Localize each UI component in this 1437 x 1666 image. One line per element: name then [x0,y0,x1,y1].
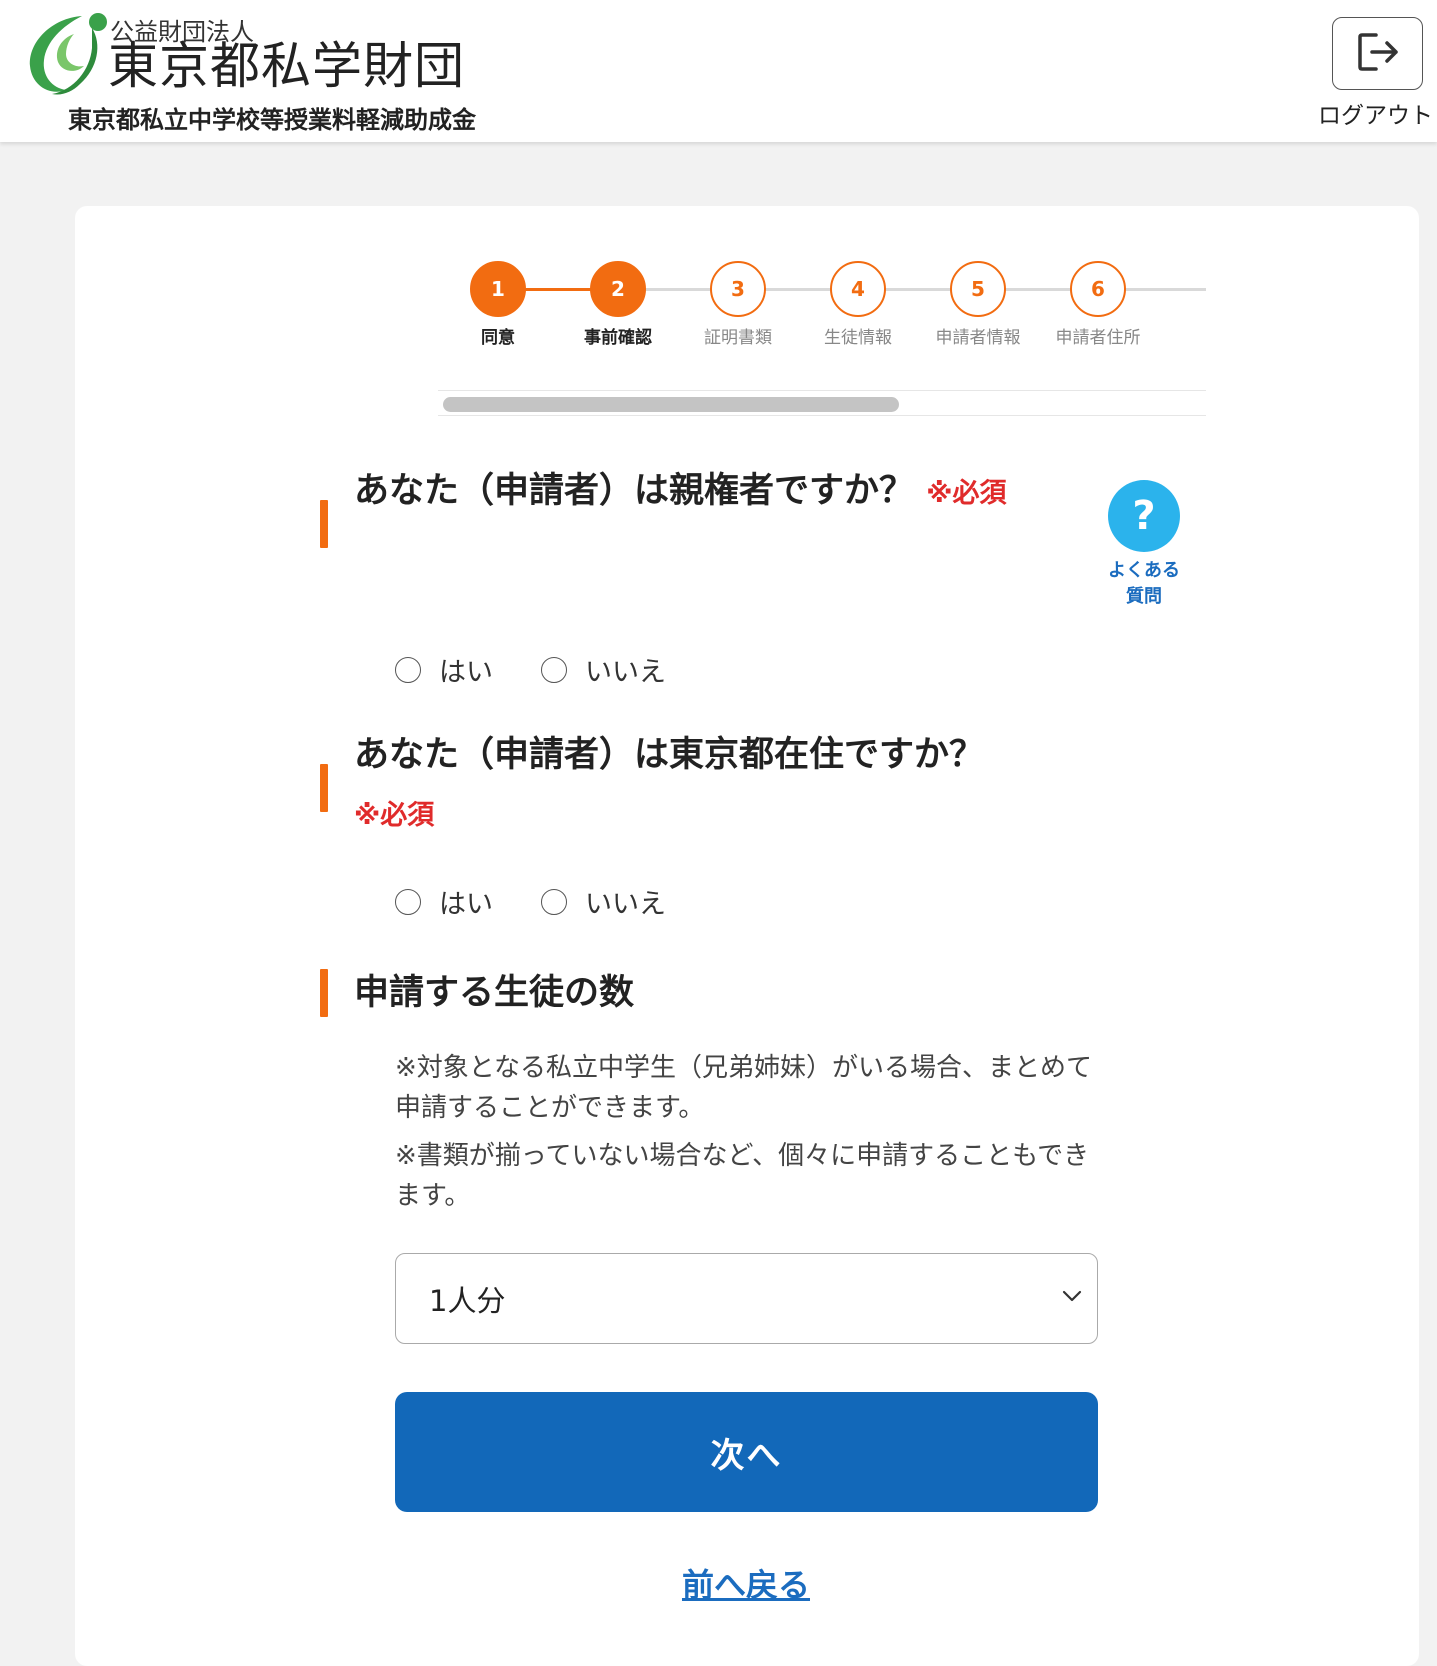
radio-label[interactable]: はい [439,650,493,689]
note-text: ※対象となる私立中学生（兄弟姉妹）がいる場合、まとめて申請することができます。 [395,1053,1093,1123]
step-label: 同意 [481,328,515,348]
step-3: 3 証明書類 [678,261,798,348]
required-mark: ※必須 [926,478,1007,509]
section-accent-bar [320,764,328,812]
radio-button[interactable] [541,656,567,683]
step-label: 申請者住所 [1055,328,1141,348]
radio-label[interactable]: いいえ [585,882,666,921]
section-accent-bar [320,500,328,548]
question-title: あなた（申請者）は東京都在住ですか？ ※必須 [354,726,1014,845]
progress-stepper: 1 同意 2 事前確認 3 証明書類 4 生徒情報 5 申請者情報 6 申請者住… [438,206,1206,348]
question-guardian: あなた（申請者）は親権者ですか？ ※必須 [320,462,1040,562]
required-mark: ※必須 [354,800,435,831]
radio-button[interactable] [395,656,421,683]
faq-label[interactable]: よくある 質問 [1105,558,1183,610]
resident-no-option[interactable]: いいえ [541,882,666,921]
step-label: 申請者情報 [935,328,1021,348]
step-4: 4 生徒情報 [798,261,918,348]
section-accent-bar [320,969,328,1017]
step-label: 生徒情報 [824,328,892,348]
radio-button[interactable] [395,888,421,915]
step-number: 5 [950,261,1006,317]
site-header: 公益財団法人 東京都私学財団 東京都私立中学校等授業料軽減助成金 ログアウト [0,0,1437,142]
resident-yes-option[interactable]: はい [395,882,493,921]
chevron-down-icon[interactable] [1061,1288,1083,1307]
step-number: 6 [1070,261,1126,317]
faq-label-line[interactable]: 質問 [1105,584,1183,610]
program-name: 東京都私立中学校等授業料軽減助成金 [68,106,476,134]
step-number: 2 [590,261,646,317]
step-1: 1 同意 [438,261,558,348]
guardian-radio-group: はい いいえ [395,650,714,689]
step-number: 3 [710,261,766,317]
question-mark-icon[interactable]: ? [1108,480,1180,552]
stepper-scrollbar[interactable] [438,390,1206,416]
step-number: 1 [470,261,526,317]
guardian-no-option[interactable]: いいえ [541,650,666,689]
question-tokyo-resident: あなた（申請者）は東京都在住ですか？ ※必須 [320,726,1040,836]
faq-label-line[interactable]: よくある [1105,558,1183,584]
step-6: 6 申請者住所 [1038,261,1158,348]
org-name: 東京都私学財団 [108,37,465,95]
scrollbar-thumb[interactable] [443,397,899,412]
question-text: あなた（申請者）は東京都在住ですか？ [354,735,985,775]
radio-button[interactable] [541,888,567,915]
step-number: 4 [830,261,886,317]
student-count-select[interactable]: 1人分 [395,1253,1098,1344]
logout-icon [1356,31,1400,77]
back-link[interactable]: 前へ戻る [0,1560,1437,1606]
section-title: 申請する生徒の数 [354,973,635,1013]
radio-label[interactable]: はい [439,882,493,921]
foundation-logo-icon [22,8,110,98]
logout-button[interactable] [1332,17,1423,90]
guardian-yes-option[interactable]: はい [395,650,493,689]
question-title: あなた（申請者）は親権者ですか？ ※必須 [354,462,1014,523]
logout-label[interactable]: ログアウト [1318,96,1433,130]
question-text: あなた（申請者）は親権者ですか？ [354,471,915,511]
next-button[interactable]: 次へ [395,1392,1098,1512]
student-count-notes: ※対象となる私立中学生（兄弟姉妹）がいる場合、まとめて申請することができます。 … [395,1048,1095,1224]
resident-radio-group: はい いいえ [395,882,714,921]
faq-button[interactable]: ? よくある 質問 [1105,480,1183,610]
step-5: 5 申請者情報 [918,261,1038,348]
select-value[interactable]: 1人分 [429,1278,505,1320]
step-label: 証明書類 [704,328,772,348]
step-label: 事前確認 [584,328,652,348]
radio-label[interactable]: いいえ [585,650,666,689]
student-count-section: 申請する生徒の数 [320,964,1040,1024]
step-2: 2 事前確認 [558,261,678,348]
note-text: ※書類が揃っていない場合など、個々に申請することもできます。 [395,1141,1090,1211]
